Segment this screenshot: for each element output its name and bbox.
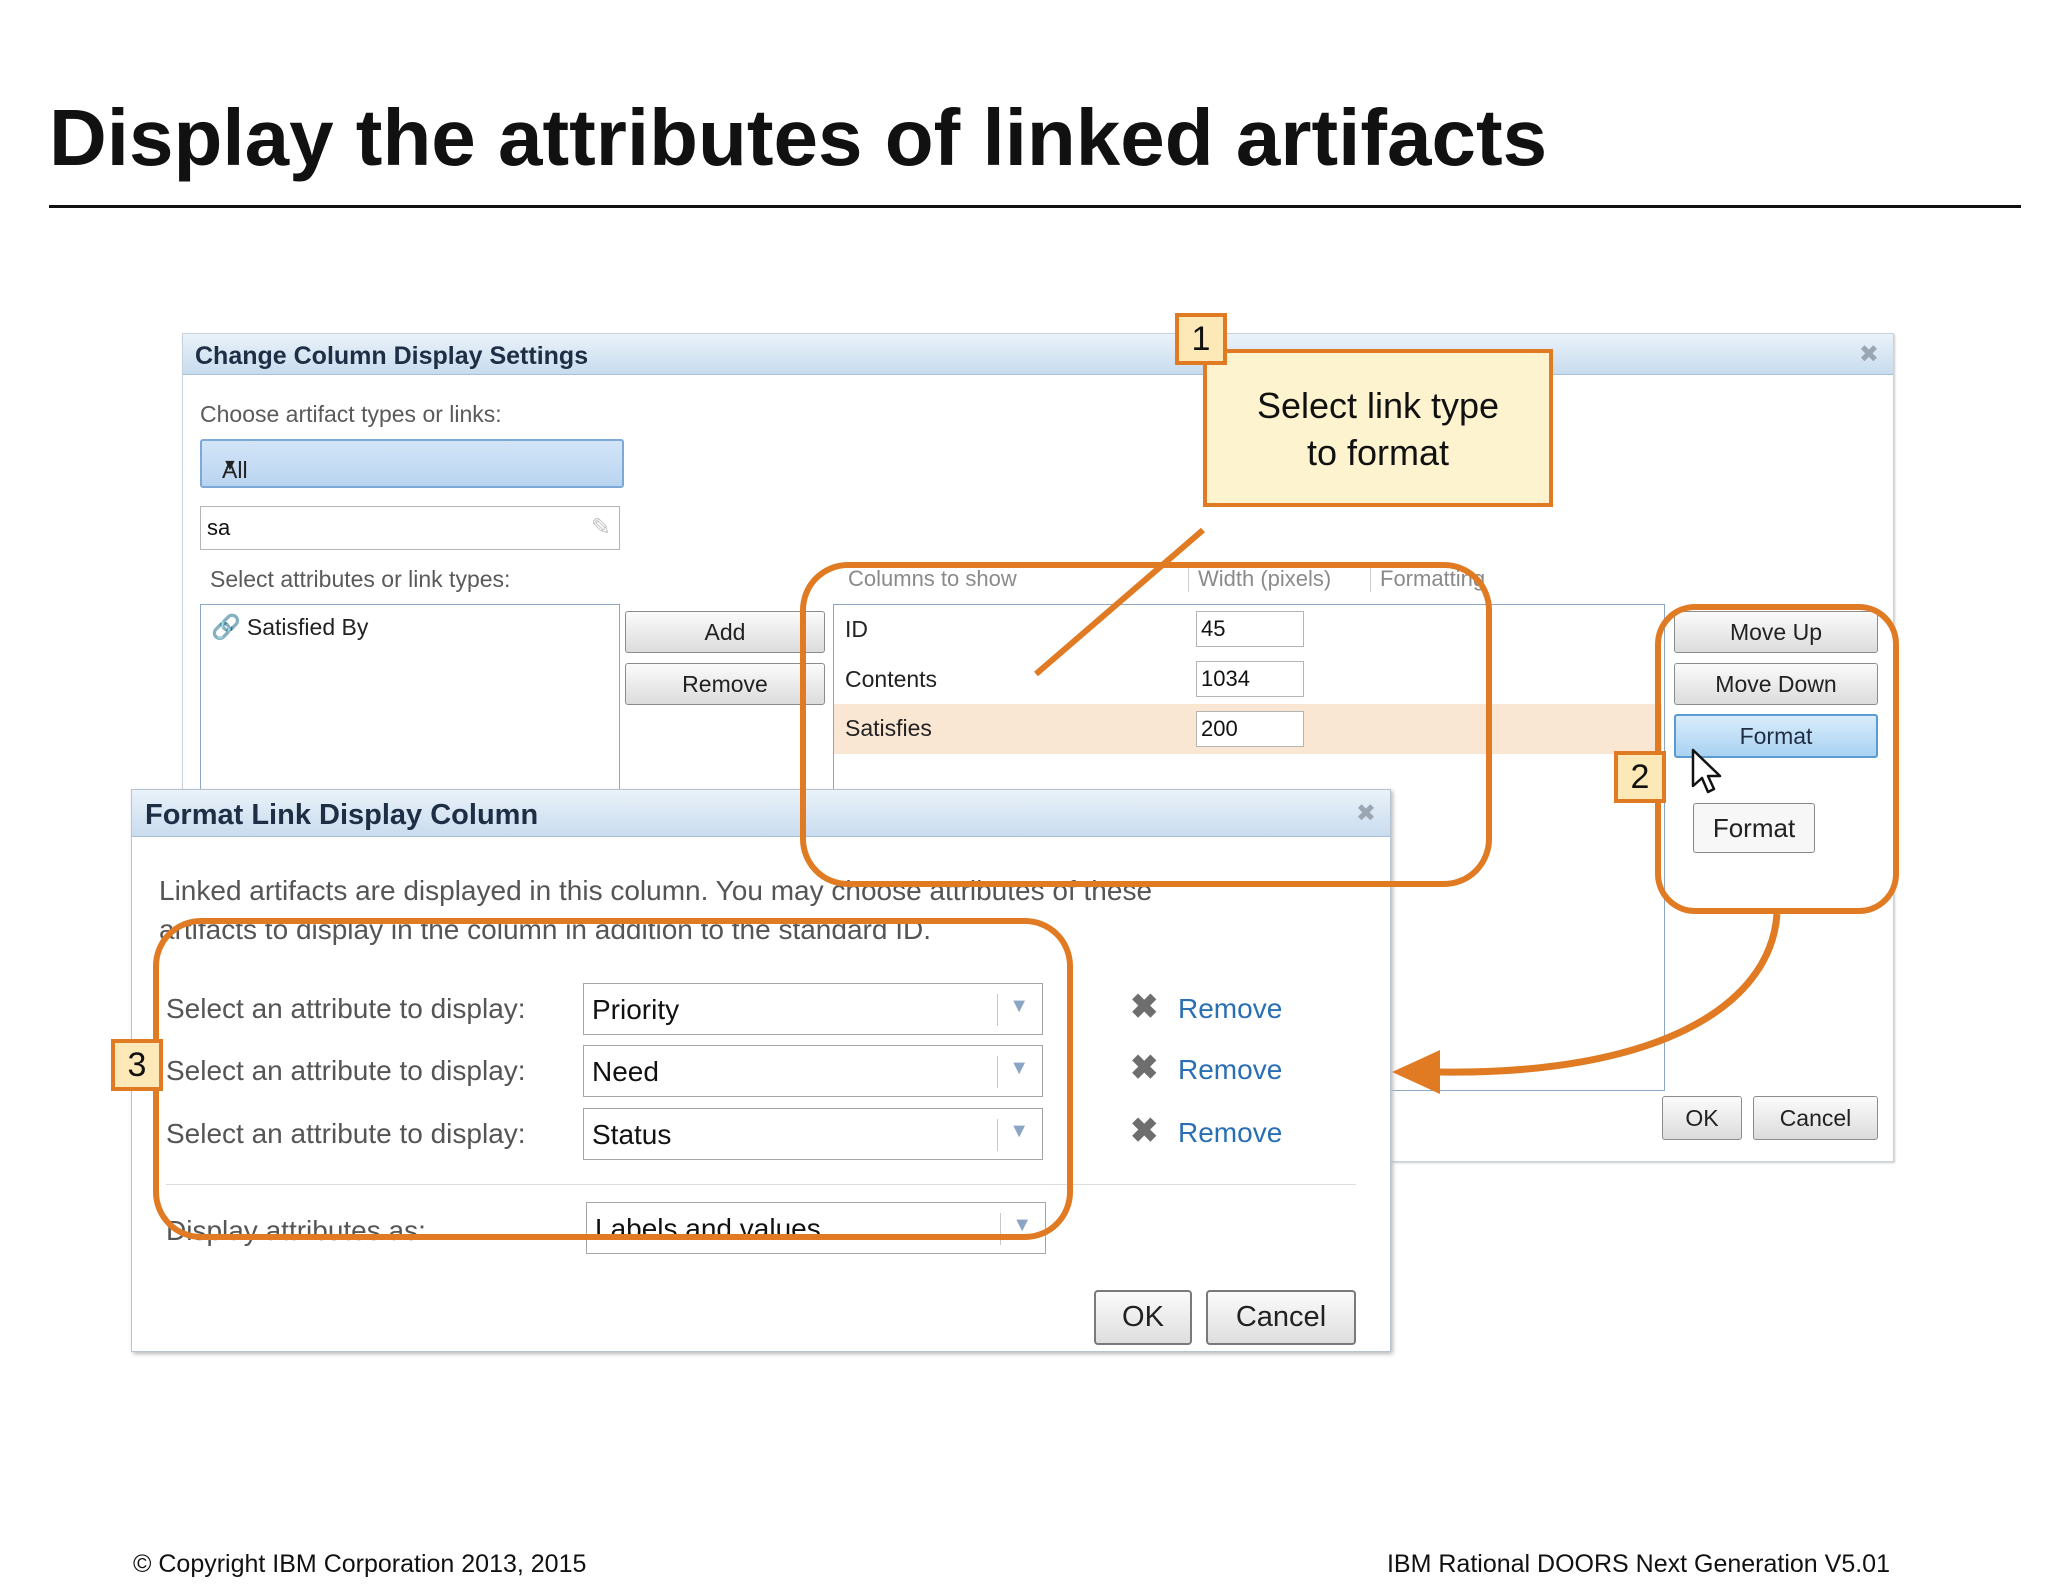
- copyright-footer: © Copyright IBM Corporation 2013, 2015: [133, 1550, 587, 1578]
- step3-badge: 3: [111, 1039, 163, 1091]
- annotation-arrows: [1034, 527, 1781, 1094]
- pointer-line: [1034, 527, 1205, 677]
- arrow-head-icon: [1392, 1050, 1440, 1094]
- callout-text-line1: Select link type: [1256, 385, 1500, 426]
- product-footer: IBM Rational DOORS Next Generation V5.01: [1386, 1550, 1890, 1578]
- curved-arrow: [1439, 913, 1781, 1076]
- step2-badge: 2: [1614, 751, 1666, 803]
- step1-badge: 1: [1175, 313, 1227, 365]
- step1-callout: Select link type to format: [1203, 349, 1553, 507]
- callout-text-line2: to format: [1306, 432, 1450, 473]
